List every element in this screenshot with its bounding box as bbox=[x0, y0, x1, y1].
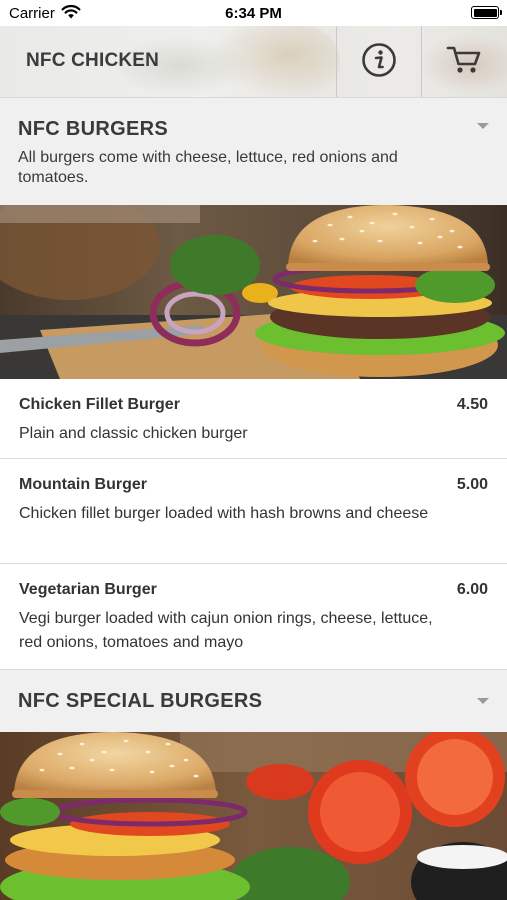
cart-icon bbox=[446, 44, 482, 81]
section-header-nfc-special-burgers[interactable]: NFC SPECIAL BURGERS bbox=[0, 670, 507, 732]
menu-item[interactable]: Chicken Fillet Burger 4.50 Plain and cla… bbox=[0, 379, 507, 459]
app-title: NFC CHICKEN bbox=[26, 50, 160, 71]
section-title: NFC SPECIAL BURGERS bbox=[18, 690, 263, 712]
status-bar: Carrier 6:34 PM bbox=[0, 0, 507, 26]
app-header: NFC CHICKEN bbox=[0, 26, 507, 98]
item-description: Vegi burger loaded with cajun onion ring… bbox=[19, 610, 433, 651]
info-button[interactable] bbox=[337, 26, 421, 97]
item-name: Vegetarian Burger bbox=[19, 581, 157, 598]
battery-icon bbox=[471, 6, 502, 19]
item-price: 4.50 bbox=[456, 396, 488, 413]
item-price: 5.00 bbox=[456, 476, 488, 493]
menu-item[interactable]: Mountain Burger 5.00 Chicken fillet burg… bbox=[0, 459, 507, 564]
item-price: 6.00 bbox=[456, 581, 488, 598]
item-description: Chicken fillet burger loaded with hash b… bbox=[19, 505, 429, 522]
item-description: Plain and classic chicken burger bbox=[19, 425, 248, 442]
menu-item[interactable]: Vegetarian Burger 6.00 Vegi burger loade… bbox=[0, 564, 507, 670]
section-title: NFC BURGERS bbox=[18, 118, 168, 140]
chevron-down-icon bbox=[477, 698, 489, 704]
burger-photo bbox=[0, 205, 507, 379]
item-name: Mountain Burger bbox=[19, 476, 147, 493]
info-icon bbox=[361, 42, 397, 83]
chevron-down-icon bbox=[477, 123, 489, 129]
clock: 6:34 PM bbox=[225, 5, 282, 22]
cart-button[interactable] bbox=[422, 26, 506, 97]
special-burger-photo bbox=[0, 732, 507, 900]
item-name: Chicken Fillet Burger bbox=[19, 396, 180, 413]
section-header-nfc-burgers[interactable]: NFC BURGERS All burgers come with cheese… bbox=[0, 98, 507, 205]
section-description: All burgers come with cheese, lettuce, r… bbox=[18, 149, 398, 186]
